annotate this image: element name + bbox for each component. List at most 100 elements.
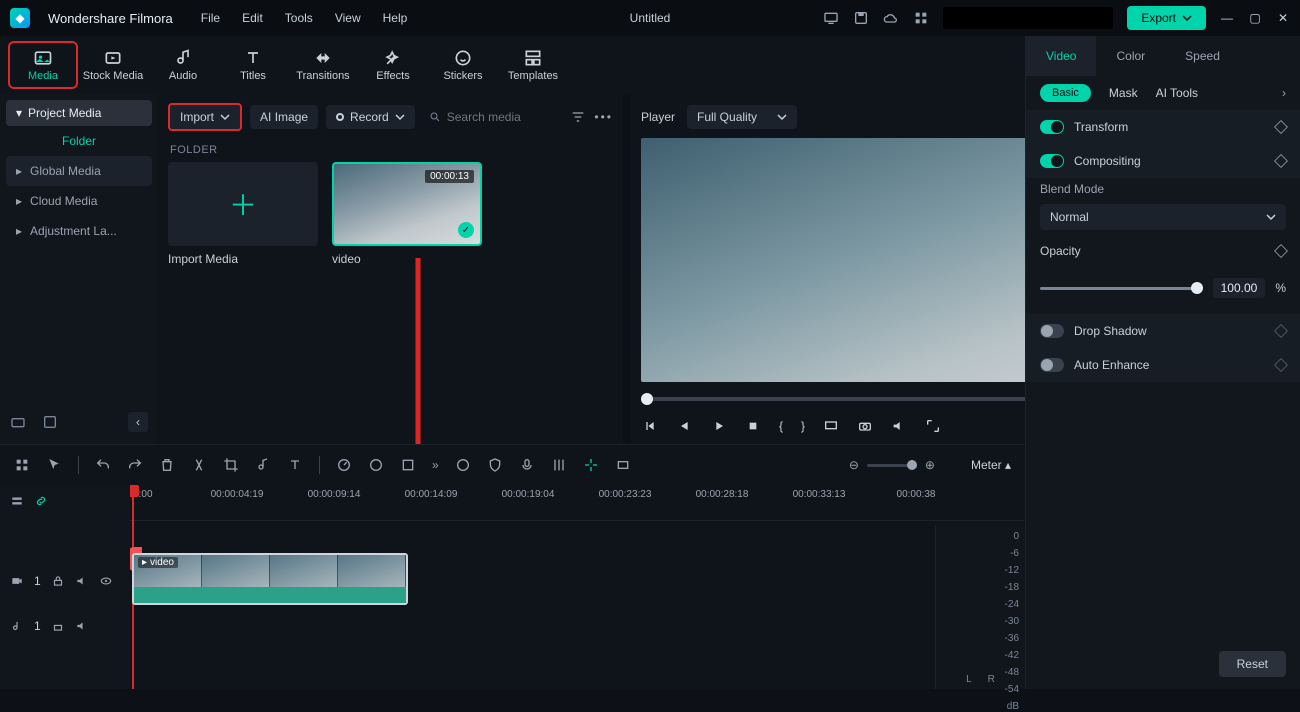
opacity-slider[interactable] [1040, 287, 1203, 290]
music-icon[interactable] [255, 457, 271, 473]
zoom-slider[interactable] [867, 464, 917, 467]
sidebar-item-cloud[interactable]: ▸Cloud Media [6, 186, 152, 216]
dropshadow-toggle[interactable] [1040, 324, 1064, 338]
grid-icon[interactable] [913, 10, 929, 26]
close-button[interactable]: ✕ [1276, 11, 1290, 25]
menu-edit[interactable]: Edit [242, 11, 263, 25]
volume-icon[interactable] [891, 418, 907, 434]
menu-help[interactable]: Help [383, 11, 408, 25]
lock-icon[interactable] [51, 619, 65, 633]
zoom-in-icon[interactable]: ⊕ [925, 458, 935, 472]
keyframe-icon[interactable] [1274, 324, 1288, 338]
search-input[interactable] [447, 110, 557, 124]
mark-out-icon[interactable]: } [801, 419, 805, 433]
ribbon-media[interactable]: Media [8, 41, 78, 89]
export-button[interactable]: Export [1127, 6, 1206, 30]
save-icon[interactable] [853, 10, 869, 26]
chevron-right-icon[interactable]: › [1282, 86, 1286, 100]
eye-icon[interactable] [99, 574, 113, 588]
zoom-out-icon[interactable]: ⊖ [849, 458, 859, 472]
cloud-icon[interactable] [883, 10, 899, 26]
lock-icon[interactable] [51, 574, 65, 588]
snap-icon[interactable] [583, 457, 599, 473]
import-button[interactable]: Import [168, 103, 242, 131]
more-tools-icon[interactable]: » [432, 458, 439, 472]
ribbon-effects[interactable]: Effects [358, 41, 428, 89]
menu-file[interactable]: File [201, 11, 220, 25]
timeline-clip[interactable]: ▸video [132, 553, 408, 605]
sidebar-head[interactable]: ▾ Project Media [6, 100, 152, 126]
account-area[interactable] [943, 7, 1113, 29]
mark-in-icon[interactable]: { [779, 419, 783, 433]
mic-icon[interactable] [519, 457, 535, 473]
color-icon[interactable] [368, 457, 384, 473]
more-icon[interactable]: ••• [594, 110, 613, 124]
video-track-head[interactable]: 1 [0, 553, 130, 609]
redo-icon[interactable] [127, 457, 143, 473]
new-bin-icon[interactable] [42, 414, 58, 430]
blend-mode-select[interactable]: Normal [1040, 204, 1286, 230]
ribbon-stickers[interactable]: Stickers [428, 41, 498, 89]
collapse-sidebar-button[interactable]: ‹ [128, 412, 148, 432]
play-icon[interactable] [711, 418, 727, 434]
record-button[interactable]: Record [326, 105, 415, 129]
maximize-button[interactable]: ▢ [1248, 11, 1262, 25]
tab-video[interactable]: Video [1026, 36, 1096, 76]
text-icon[interactable] [287, 457, 303, 473]
layout-icon[interactable] [14, 457, 30, 473]
ribbon-titles[interactable]: Titles [218, 41, 288, 89]
prev-frame-icon[interactable] [643, 418, 659, 434]
subtab-basic[interactable]: Basic [1040, 84, 1091, 102]
marker-frame-icon[interactable] [615, 457, 631, 473]
device-icon[interactable] [823, 10, 839, 26]
menu-view[interactable]: View [335, 11, 361, 25]
tab-speed[interactable]: Speed [1165, 36, 1240, 76]
tracks-icon[interactable] [10, 494, 24, 508]
speed-icon[interactable] [336, 457, 352, 473]
sidebar-folder[interactable]: Folder [6, 126, 152, 156]
minimize-button[interactable]: — [1220, 11, 1234, 25]
link-icon[interactable] [34, 494, 48, 508]
ribbon-audio[interactable]: Audio [148, 41, 218, 89]
sidebar-item-adjustment[interactable]: ▸Adjustment La... [6, 216, 152, 246]
subtab-mask[interactable]: Mask [1109, 86, 1138, 100]
mute-icon[interactable] [75, 619, 89, 633]
new-folder-icon[interactable] [10, 414, 26, 430]
tool-a-icon[interactable] [400, 457, 416, 473]
delete-icon[interactable] [159, 457, 175, 473]
stop-icon[interactable] [745, 418, 761, 434]
media-clip-tile[interactable]: 00:00:13 ✓ video [332, 162, 482, 266]
crop-icon[interactable] [223, 457, 239, 473]
transform-toggle[interactable] [1040, 120, 1064, 134]
shield-icon[interactable] [487, 457, 503, 473]
split-icon[interactable] [191, 457, 207, 473]
compositing-toggle[interactable] [1040, 154, 1064, 168]
timeline-tracks[interactable]: 00:0000:00:04:1900:00:09:1400:00:14:0900… [130, 485, 1025, 689]
ribbon-templates[interactable]: Templates [498, 41, 568, 89]
time-ruler[interactable]: 00:0000:00:04:1900:00:09:1400:00:14:0900… [130, 485, 1025, 521]
audio-track-head[interactable]: 1 [0, 609, 130, 643]
search-box[interactable] [423, 110, 563, 124]
autoenhance-toggle[interactable] [1040, 358, 1064, 372]
ribbon-stock[interactable]: Stock Media [78, 41, 148, 89]
fullscreen-icon[interactable] [925, 418, 941, 434]
sidebar-item-global[interactable]: ▸Global Media [6, 156, 152, 186]
reset-button[interactable]: Reset [1219, 651, 1286, 677]
step-back-icon[interactable] [677, 418, 693, 434]
undo-icon[interactable] [95, 457, 111, 473]
opacity-value[interactable]: 100.00 [1213, 278, 1266, 298]
menu-tools[interactable]: Tools [285, 11, 313, 25]
keyframe-icon[interactable] [1274, 358, 1288, 372]
keyframe-icon[interactable] [1274, 244, 1288, 258]
quality-select[interactable]: Full Quality [687, 105, 797, 129]
mute-icon[interactable] [75, 574, 89, 588]
display-icon[interactable] [823, 418, 839, 434]
mixer-icon[interactable] [551, 457, 567, 473]
subtab-ai[interactable]: AI Tools [1156, 86, 1198, 100]
import-media-tile[interactable]: ＋ Import Media [168, 162, 318, 266]
tab-color[interactable]: Color [1096, 36, 1165, 76]
filter-icon[interactable] [570, 109, 586, 125]
ai-image-button[interactable]: AI Image [250, 105, 318, 129]
clock-icon[interactable] [455, 457, 471, 473]
camera-icon[interactable] [857, 418, 873, 434]
